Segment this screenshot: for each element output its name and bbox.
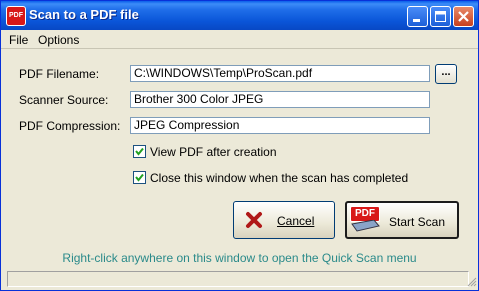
cancel-label: Cancel xyxy=(277,214,315,228)
pdf-compression-label: PDF Compression: xyxy=(19,119,121,133)
checkmark-icon xyxy=(135,147,144,156)
pdf-scan-icon: PDF xyxy=(350,206,380,234)
pdf-filename-label: PDF Filename: xyxy=(19,67,100,81)
pdf-compression-input[interactable]: JPEG Compression xyxy=(130,117,430,134)
title-bar[interactable]: PDF Scan to a PDF file xyxy=(1,1,478,30)
pdf-app-icon: PDF xyxy=(6,6,26,26)
menu-divider xyxy=(1,48,478,49)
view-pdf-checkbox[interactable] xyxy=(133,145,146,158)
checkmark-icon xyxy=(135,173,144,182)
browse-button[interactable]: ... xyxy=(435,64,457,84)
minimize-icon xyxy=(413,19,420,22)
scanner-source-label: Scanner Source: xyxy=(19,93,109,107)
close-icon xyxy=(458,11,469,22)
cancel-button[interactable]: Cancel xyxy=(233,201,335,239)
resize-grip-icon[interactable] xyxy=(467,277,477,287)
start-scan-button[interactable]: PDF Start Scan xyxy=(345,201,459,239)
menu-options[interactable]: Options xyxy=(38,33,79,47)
scan-to-pdf-window: PDF Scan to a PDF file File Options PDF … xyxy=(0,0,479,291)
menu-bar: File Options xyxy=(1,30,478,48)
maximize-icon xyxy=(435,11,446,22)
red-x-icon xyxy=(246,212,262,228)
menu-file[interactable]: File xyxy=(9,33,28,47)
close-window-label[interactable]: Close this window when the scan has comp… xyxy=(150,171,408,185)
start-scan-label: Start Scan xyxy=(389,215,446,229)
quick-scan-hint: Right-click anywhere on this window to o… xyxy=(62,251,417,265)
window-title: Scan to a PDF file xyxy=(29,7,139,22)
status-bar xyxy=(7,271,469,287)
pdf-filename-input[interactable]: C:\WINDOWS\Temp\ProScan.pdf xyxy=(130,65,430,82)
maximize-button[interactable] xyxy=(430,6,451,27)
close-window-checkbox[interactable] xyxy=(133,171,146,184)
view-pdf-label[interactable]: View PDF after creation xyxy=(150,145,277,159)
minimize-button[interactable] xyxy=(407,6,428,27)
scanner-source-input[interactable]: Brother 300 Color JPEG xyxy=(130,91,430,108)
close-button[interactable] xyxy=(453,6,474,27)
